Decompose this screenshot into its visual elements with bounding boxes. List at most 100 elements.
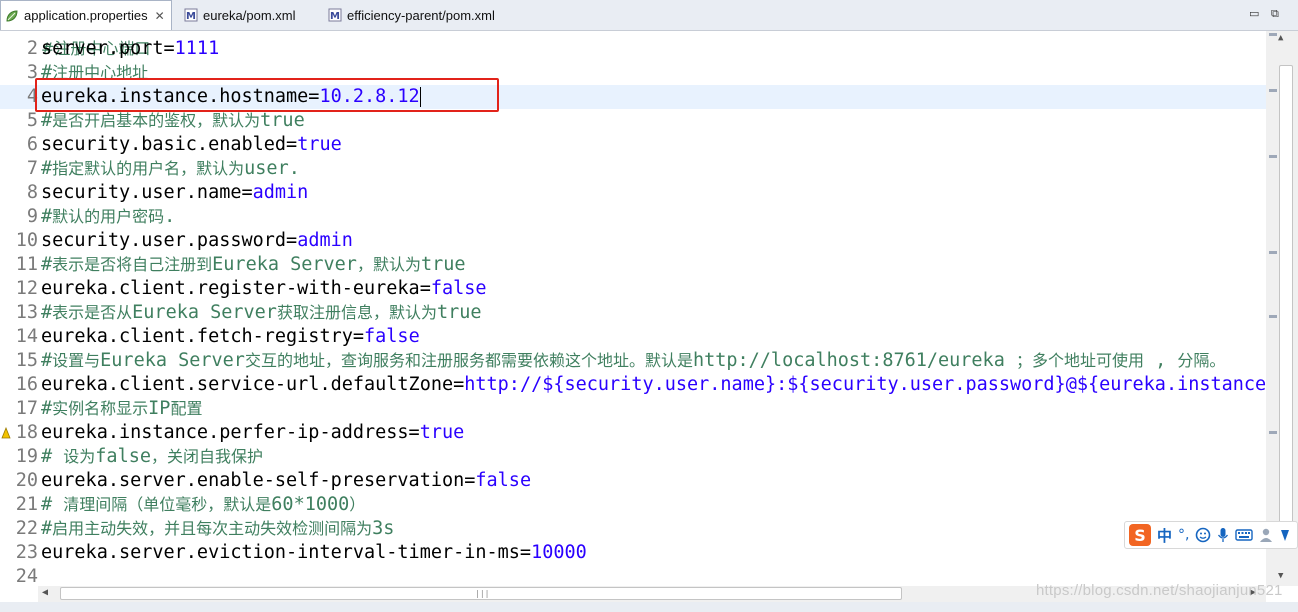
property-value: true (297, 134, 342, 155)
line-number: 23 (15, 542, 38, 563)
property-value: false (430, 278, 487, 299)
tab-efficiency-parent-pom[interactable]: M efficiency-parent/pom.xml (328, 0, 495, 30)
keyboard-icon[interactable] (1235, 528, 1254, 542)
overview-marker (1269, 251, 1277, 254)
warning-icon[interactable] (1, 427, 11, 439)
sogou-logo-icon[interactable]: S (1129, 524, 1151, 546)
highlight-annotation-box (35, 78, 499, 112)
code-line[interactable]: 19 # 设为false，关闭自我保护 (0, 445, 1266, 469)
property-value: 1111 (174, 38, 220, 59)
comment-text: # (41, 110, 53, 131)
code-text: #表示是否将自己注册到Eureka Server，默认为true (41, 253, 466, 277)
code-line[interactable]: 21 # 清理间隔（单位毫秒，默认是60*1000） (0, 493, 1266, 517)
ime-mode-toggle[interactable]: 中 (1157, 525, 1172, 546)
code-line[interactable]: 17 #实例名称显示IP配置 (0, 397, 1266, 421)
line-number: 19 (15, 446, 38, 467)
property-key: eureka.client.register-with-eureka= (41, 278, 431, 299)
line-number: 4 (26, 86, 38, 107)
code-line[interactable]: 16 eureka.client.service-url.defaultZone=… (0, 373, 1266, 397)
vertical-scrollbar[interactable]: ▲ ▼ (1266, 31, 1298, 586)
code-line[interactable]: 20 eureka.server.enable-self-preservation… (0, 469, 1266, 493)
line-number: 15 (15, 350, 38, 371)
horizontal-scroll-thumb[interactable]: ||| (60, 587, 902, 600)
punctuation-toggle[interactable]: °, (1178, 527, 1189, 543)
comment-text: ；多个地址可使用 (1015, 351, 1144, 370)
code-line[interactable]: 23 eureka.server.eviction-interval-timer-… (0, 541, 1266, 565)
code-line[interactable]: 9 #默认的用户密码. (0, 205, 1266, 229)
property-value: http://${security.user.name}:${security.… (464, 374, 1266, 395)
comment-text: Eureka Server (212, 254, 357, 275)
code-line[interactable]: 10 security.user.password=admin (0, 229, 1266, 253)
skin-icon[interactable] (1259, 527, 1273, 543)
comment-text: , (1144, 350, 1178, 371)
line-number: 17 (15, 398, 38, 419)
line-number: 24 (15, 566, 38, 586)
minimize-icon[interactable]: ▭ (1249, 7, 1259, 20)
code-line[interactable]: 11 #表示是否将自己注册到Eureka Server，默认为true (0, 253, 1266, 277)
svg-text:M: M (330, 11, 340, 22)
code-text: server.port=1111 (41, 37, 219, 61)
tab-eureka-pom[interactable]: M eureka/pom.xml (184, 0, 295, 30)
property-value: false (475, 470, 532, 491)
code-line[interactable]: 7 #指定默认的用户名，默认为user. (0, 157, 1266, 181)
overview-marker (1269, 89, 1277, 92)
comment-text: http://localhost:8761/eureka (692, 350, 1016, 371)
comment-text: Eureka Server (100, 350, 245, 371)
scroll-down-arrow-icon[interactable]: ▼ (1278, 571, 1283, 581)
code-line[interactable]: 6 security.basic.enabled=true (0, 133, 1266, 157)
vertical-scroll-thumb[interactable] (1279, 65, 1293, 543)
comment-text: # (41, 158, 53, 179)
code-editor[interactable]: #注册中心端口 2 server.port=1111 3 #注册中心地址 4 eureka… (0, 31, 1266, 586)
code-text: security.user.password=admin (41, 229, 353, 253)
code-line[interactable]: 12 eureka.client.register-with-eureka=fal… (0, 277, 1266, 301)
comment-text: # (41, 398, 53, 419)
ime-toolbar[interactable]: S 中 °, (1124, 521, 1298, 549)
comment-text: true (436, 302, 482, 323)
code-text: # 清理间隔（单位毫秒，默认是60*1000） (41, 493, 365, 517)
code-line[interactable]: 2 server.port=1111 (0, 37, 1266, 61)
code-line[interactable]: 8 security.user.name=admin (0, 181, 1266, 205)
code-text: # 设为false，关闭自我保护 (41, 445, 263, 469)
code-line[interactable]: 5 #是否开启基本的鉴权，默认为true (0, 109, 1266, 133)
comment-text: 设为 (63, 447, 96, 466)
code-text: eureka.client.register-with-eureka=false (41, 277, 487, 301)
comment-text: false (95, 446, 151, 467)
properties-file-icon (6, 9, 18, 22)
tab-label: eureka/pom.xml (203, 7, 296, 23)
comment-text: 默认的用户密码 (52, 207, 165, 226)
close-tab-icon[interactable]: ✕ (155, 9, 165, 23)
code-line[interactable]: 13 #表示是否从Eureka Server获取注册信息，默认为true (0, 301, 1266, 325)
tab-label: application.properties (24, 8, 148, 23)
code-line[interactable]: 22 #启用主动失效，并且每次主动失效检测间隔为3s (0, 517, 1266, 541)
comment-text: 分隔。 (1177, 351, 1226, 370)
tab-application-properties[interactable]: application.properties ✕ (0, 0, 172, 30)
code-line[interactable]: 15 #设置与Eureka Server交互的地址，查询服务和注册服务都需要依赖这… (0, 349, 1266, 373)
code-text: #指定默认的用户名，默认为user. (41, 157, 300, 181)
line-number: 7 (26, 158, 38, 179)
code-text: eureka.server.enable-self-preservation=f… (41, 469, 531, 493)
emoji-icon[interactable] (1195, 527, 1211, 543)
line-number: 11 (15, 254, 38, 275)
code-line[interactable]: 14 eureka.client.fetch-registry=false (0, 325, 1266, 349)
editor-tab-bar: application.properties ✕ M eureka/pom.xm… (0, 0, 1298, 31)
line-number: 8 (26, 182, 38, 203)
scroll-left-arrow-icon[interactable]: ◀ (42, 587, 48, 598)
toolbox-icon[interactable] (1279, 527, 1291, 543)
comment-text: # (41, 302, 53, 323)
maximize-icon[interactable]: ⧉ (1271, 7, 1279, 21)
property-key: security.user.name= (41, 182, 253, 203)
code-text: #设置与Eureka Server交互的地址，查询服务和注册服务都需要依赖这个地… (41, 349, 1225, 373)
comment-text: # (41, 254, 53, 275)
code-text: #是否开启基本的鉴权，默认为true (41, 109, 305, 133)
scroll-up-arrow-icon[interactable]: ▲ (1278, 33, 1283, 43)
property-key: security.basic.enabled= (41, 134, 298, 155)
comment-text: Eureka Server (132, 302, 277, 323)
property-value: admin (252, 182, 309, 203)
microphone-icon[interactable] (1217, 527, 1229, 543)
code-line[interactable]: 18 eureka.instance.perfer-ip-address=true (0, 421, 1266, 445)
comment-text: 指定默认的用户名，默认为 (52, 159, 245, 178)
comment-text: 设置与 (52, 351, 101, 370)
comment-text: user. (244, 158, 300, 179)
property-key: server.port= (41, 38, 175, 59)
property-value: 10000 (531, 542, 587, 563)
